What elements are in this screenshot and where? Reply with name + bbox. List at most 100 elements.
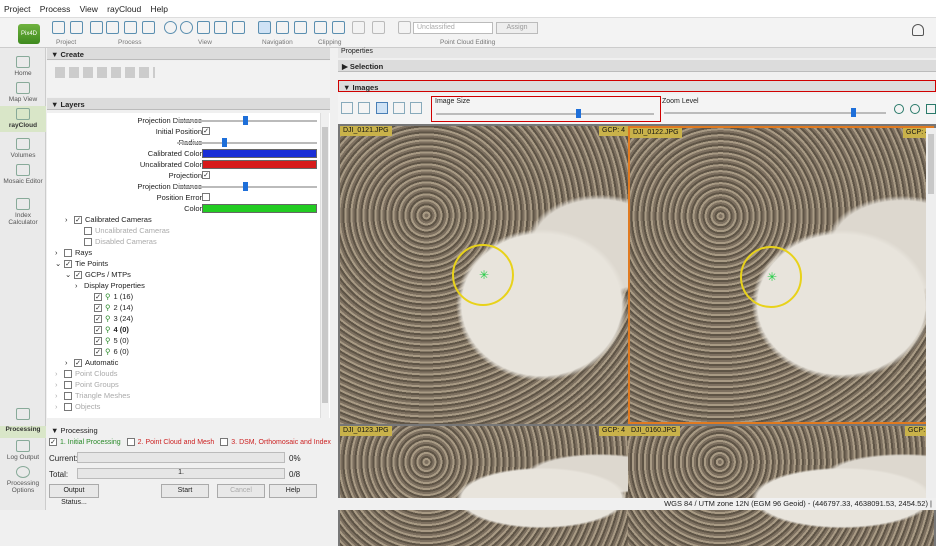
menu-project[interactable]: Project [0, 0, 33, 14]
image-tile[interactable]: DJI_0122.JPG GCP: 4 ✳ [628, 126, 934, 424]
navigation-icon[interactable] [258, 21, 271, 34]
trackball-icon[interactable] [294, 21, 307, 34]
nav-map-view[interactable]: Map View [0, 82, 46, 103]
tree-checkbox[interactable] [84, 227, 92, 236]
prop-checkbox[interactable]: ✓ [202, 127, 210, 135]
expand-arrow-icon[interactable]: ⌄ [55, 258, 64, 269]
tree-checkbox[interactable] [84, 238, 92, 247]
color-swatch[interactable] [202, 160, 317, 169]
zoom-out-icon[interactable] [910, 104, 920, 114]
tree-checkbox[interactable] [64, 403, 72, 412]
step2-checkbox[interactable] [126, 438, 135, 446]
tree-item[interactable]: Disabled Cameras [75, 236, 157, 247]
tree-item[interactable]: ✓ ⚲ 3 (24) [85, 313, 133, 324]
expand-arrow-icon[interactable]: › [55, 390, 64, 401]
nav-processing[interactable]: Processing [0, 426, 46, 438]
tree-item[interactable]: Uncalibrated Cameras [75, 225, 170, 236]
zoom-out-icon[interactable] [180, 21, 193, 34]
tree-item[interactable]: › Objects [55, 401, 100, 412]
tree-checkbox[interactable]: ✓ [74, 271, 82, 280]
prop-checkbox[interactable] [202, 193, 210, 201]
images-scroll-thumb[interactable] [928, 134, 934, 194]
image-size-slider-handle[interactable] [575, 109, 581, 118]
processing-header[interactable]: ▼ Processing [51, 426, 98, 435]
gcp-marker-circle[interactable]: ✳ [452, 244, 514, 306]
menu-raycloud[interactable]: rayCloud [103, 0, 144, 14]
clip-box-icon[interactable] [332, 21, 345, 34]
step1-checkbox[interactable]: ✓ [49, 438, 57, 446]
expand-arrow-icon[interactable]: › [55, 401, 64, 412]
tree-item[interactable]: ✓ ⚲ 1 (16) [85, 291, 133, 302]
prop-slider-handle[interactable] [222, 138, 227, 147]
nav-processing-toggle[interactable] [0, 408, 46, 422]
new-project-icon[interactable] [52, 21, 65, 34]
tree-checkbox[interactable]: ✓ [94, 337, 102, 346]
color-swatch[interactable] [202, 149, 317, 158]
create-header[interactable]: ▼ Create [47, 48, 330, 60]
tree-checkbox[interactable]: ✓ [64, 260, 72, 269]
sort-visibility-icon[interactable] [376, 102, 388, 114]
classification-select[interactable]: Unclassified [413, 22, 493, 34]
prop-slider[interactable] [177, 142, 317, 144]
tree-item[interactable]: ⌄ ✓ Tie Points [55, 258, 108, 269]
select-tool-icon[interactable] [372, 21, 385, 34]
tree-checkbox[interactable] [64, 392, 72, 401]
selection-header[interactable]: ▶ Selection [338, 60, 936, 72]
layers-scrollbar[interactable] [320, 113, 329, 418]
filter-clear-icon[interactable] [358, 102, 370, 114]
nav-index-calculator[interactable]: Index Calculator [0, 198, 46, 226]
tree-item[interactable]: ✓ ⚲ 4 (0) [85, 324, 129, 335]
start-button[interactable]: Start [161, 484, 209, 498]
pan-icon[interactable] [232, 21, 245, 34]
tree-checkbox[interactable] [64, 381, 72, 390]
nav-raycloud[interactable]: rayCloud [0, 106, 46, 132]
menu-process[interactable]: Process [36, 0, 74, 14]
nav-mosaic-editor[interactable]: Mosaic Editor [0, 164, 46, 185]
tree-item[interactable]: › Triangle Meshes [55, 390, 130, 401]
tree-checkbox[interactable]: ✓ [94, 315, 102, 324]
zoom-fit-icon[interactable] [197, 21, 210, 34]
tree-item[interactable]: › ✓ Automatic [65, 357, 118, 368]
gcp-marker-circle[interactable]: ✳ [740, 246, 802, 308]
color-swatch[interactable] [202, 204, 317, 213]
tree-item[interactable]: ✓ ⚲ 5 (0) [85, 335, 129, 346]
reset-zoom-icon[interactable] [926, 104, 936, 114]
expand-arrow-icon[interactable]: › [55, 247, 64, 258]
help-button[interactable]: Help [269, 484, 317, 498]
image-size-track[interactable] [436, 113, 654, 115]
image-tile[interactable]: DJI_0160.JPG GCP: 4 [628, 426, 934, 546]
clip-icon[interactable] [314, 21, 327, 34]
prop-slider-handle[interactable] [243, 182, 248, 191]
expand-arrow-icon[interactable]: ⌄ [65, 269, 74, 280]
output-status-button[interactable]: Output Status... [49, 484, 99, 506]
process-icon[interactable] [90, 21, 103, 34]
tree-item[interactable]: › Rays [55, 247, 92, 258]
expand-arrow-icon[interactable]: › [55, 379, 64, 390]
images-scrollbar[interactable] [926, 128, 936, 498]
nav-home[interactable]: Home [0, 56, 46, 77]
orbit-icon[interactable] [276, 21, 289, 34]
nav-volumes[interactable]: Volumes [0, 138, 46, 159]
filter-icon[interactable] [341, 102, 353, 114]
tree-checkbox[interactable] [64, 249, 72, 258]
prop-checkbox[interactable]: ✓ [202, 171, 210, 179]
tree-checkbox[interactable] [64, 370, 72, 379]
tree-item[interactable]: ✓ ⚲ 2 (14) [85, 302, 133, 313]
tree-checkbox[interactable]: ✓ [94, 326, 102, 335]
expand-arrow-icon[interactable]: › [65, 214, 74, 225]
tree-checkbox[interactable]: ✓ [94, 348, 102, 357]
tree-item[interactable]: › ✓ Calibrated Cameras [65, 214, 152, 225]
zoom-level-slider-handle[interactable] [850, 108, 856, 117]
class-color-icon[interactable] [398, 21, 411, 34]
reconstruct-icon[interactable] [142, 21, 155, 34]
edit-pen-icon[interactable] [352, 21, 365, 34]
menu-help[interactable]: Help [146, 0, 170, 14]
tree-checkbox[interactable]: ✓ [74, 216, 82, 225]
zoom-in-icon[interactable] [894, 104, 904, 114]
expand-arrow-icon[interactable]: › [75, 280, 84, 291]
create-tool-icons[interactable] [55, 67, 155, 78]
prop-slider-handle[interactable] [243, 116, 248, 125]
options-icon[interactable] [124, 21, 137, 34]
sort-alpha-icon[interactable] [410, 102, 422, 114]
step3-checkbox[interactable] [220, 438, 229, 446]
